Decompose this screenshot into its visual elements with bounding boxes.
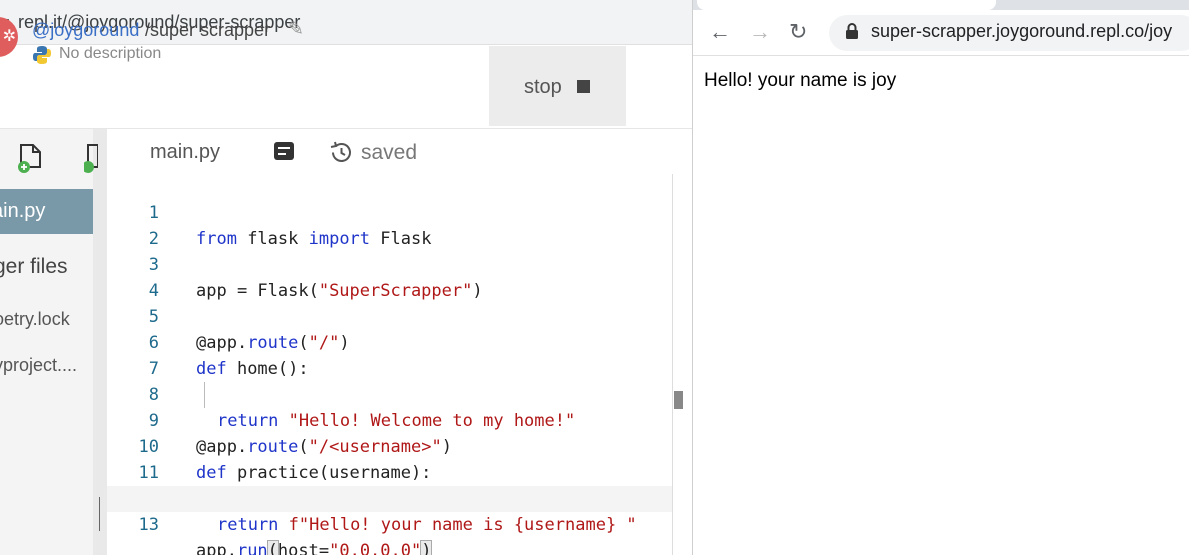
file-item-poetry-lock[interactable]: oetry.lock xyxy=(0,309,70,330)
browser-tab[interactable] xyxy=(697,0,996,10)
omnibox-url[interactable]: super-scrapper.joygoround.repl.co/joy xyxy=(871,21,1172,42)
lock-icon[interactable] xyxy=(845,23,859,40)
code-line[interactable]: 7 return "Hello! Welcome to my home!" xyxy=(107,330,692,431)
browser-window: ← → ↻ super-scrapper.joygoround.repl.co/… xyxy=(692,0,1189,555)
code-line[interactable]: 6 def home(): xyxy=(107,304,692,379)
code-token: app. xyxy=(196,541,237,555)
owner-link[interactable]: @joygoround xyxy=(32,20,139,41)
save-status: saved xyxy=(361,141,418,164)
resize-handle[interactable] xyxy=(99,497,100,531)
code-line[interactable]: 8 xyxy=(107,356,692,405)
code-line[interactable]: 3 app = Flask("SuperScrapper") xyxy=(107,226,692,301)
code-line[interactable]: 1 from flask import Flask xyxy=(107,174,692,249)
code-token: "0.0.0.0" xyxy=(329,541,422,555)
code-line[interactable]: 5 @app.route("/") xyxy=(107,278,692,353)
arrow-right-icon[interactable]: → xyxy=(749,19,771,45)
code-token: run xyxy=(236,541,268,555)
history-icon xyxy=(330,141,351,162)
line-number: 13 xyxy=(138,515,159,535)
add-file-icon[interactable] xyxy=(18,143,44,173)
code-token: return xyxy=(217,515,279,535)
file-item-main-py-label[interactable]: ain.py xyxy=(0,200,45,223)
bracket-match: ( xyxy=(266,540,279,555)
scrollbar-thumb[interactable] xyxy=(674,391,683,409)
reload-icon[interactable]: ↻ xyxy=(789,19,807,45)
format-icon[interactable] xyxy=(273,141,295,161)
page-content-text: Hello! your name is joy xyxy=(704,70,897,91)
code-token: host= xyxy=(277,541,330,555)
repl-window: ▪ repl.it/@joygoround/super-scrapper ✲ @… xyxy=(0,0,692,555)
code-token: f"Hello! your name is {username} " xyxy=(278,515,637,535)
add-folder-icon[interactable] xyxy=(84,143,98,173)
code-line-active[interactable]: 13 app.run(host="0.0.0.0") xyxy=(107,486,692,555)
code-line[interactable]: 12 xyxy=(107,460,692,509)
code-line[interactable]: 2 xyxy=(107,200,692,249)
editor-scrollbar[interactable] xyxy=(672,174,692,555)
sidebar-divider xyxy=(93,129,107,555)
repl-description[interactable]: No description xyxy=(59,45,161,63)
pencil-icon[interactable]: ✎ xyxy=(288,18,304,41)
code-text: return f"Hello! your name is {username} … xyxy=(217,512,637,538)
code-line[interactable]: 4 xyxy=(107,252,692,301)
file-item-pyproject[interactable]: yproject.... xyxy=(0,355,77,376)
code-editor[interactable]: 1 from flask import Flask 2 3 app = Flas… xyxy=(107,174,692,555)
code-line[interactable]: 9 @app.route("/<username>") xyxy=(107,382,692,457)
code-line[interactable]: 11 return f"Hello! your name is {usernam… xyxy=(107,434,692,535)
file-item-packager-files[interactable]: ger files xyxy=(0,255,68,279)
stop-icon[interactable] xyxy=(577,80,590,93)
python-icon xyxy=(33,46,51,64)
tab-main-py[interactable]: main.py xyxy=(150,141,220,164)
stop-label[interactable]: stop xyxy=(524,76,562,99)
repl-name: /super scrapper xyxy=(145,20,271,40)
code-line[interactable]: 10 def practice(username): xyxy=(107,408,692,483)
code-text: app.run(host="0.0.0.0") xyxy=(196,538,433,555)
arrow-left-icon[interactable]: ← xyxy=(709,19,731,45)
bracket-match: ) xyxy=(420,540,433,555)
